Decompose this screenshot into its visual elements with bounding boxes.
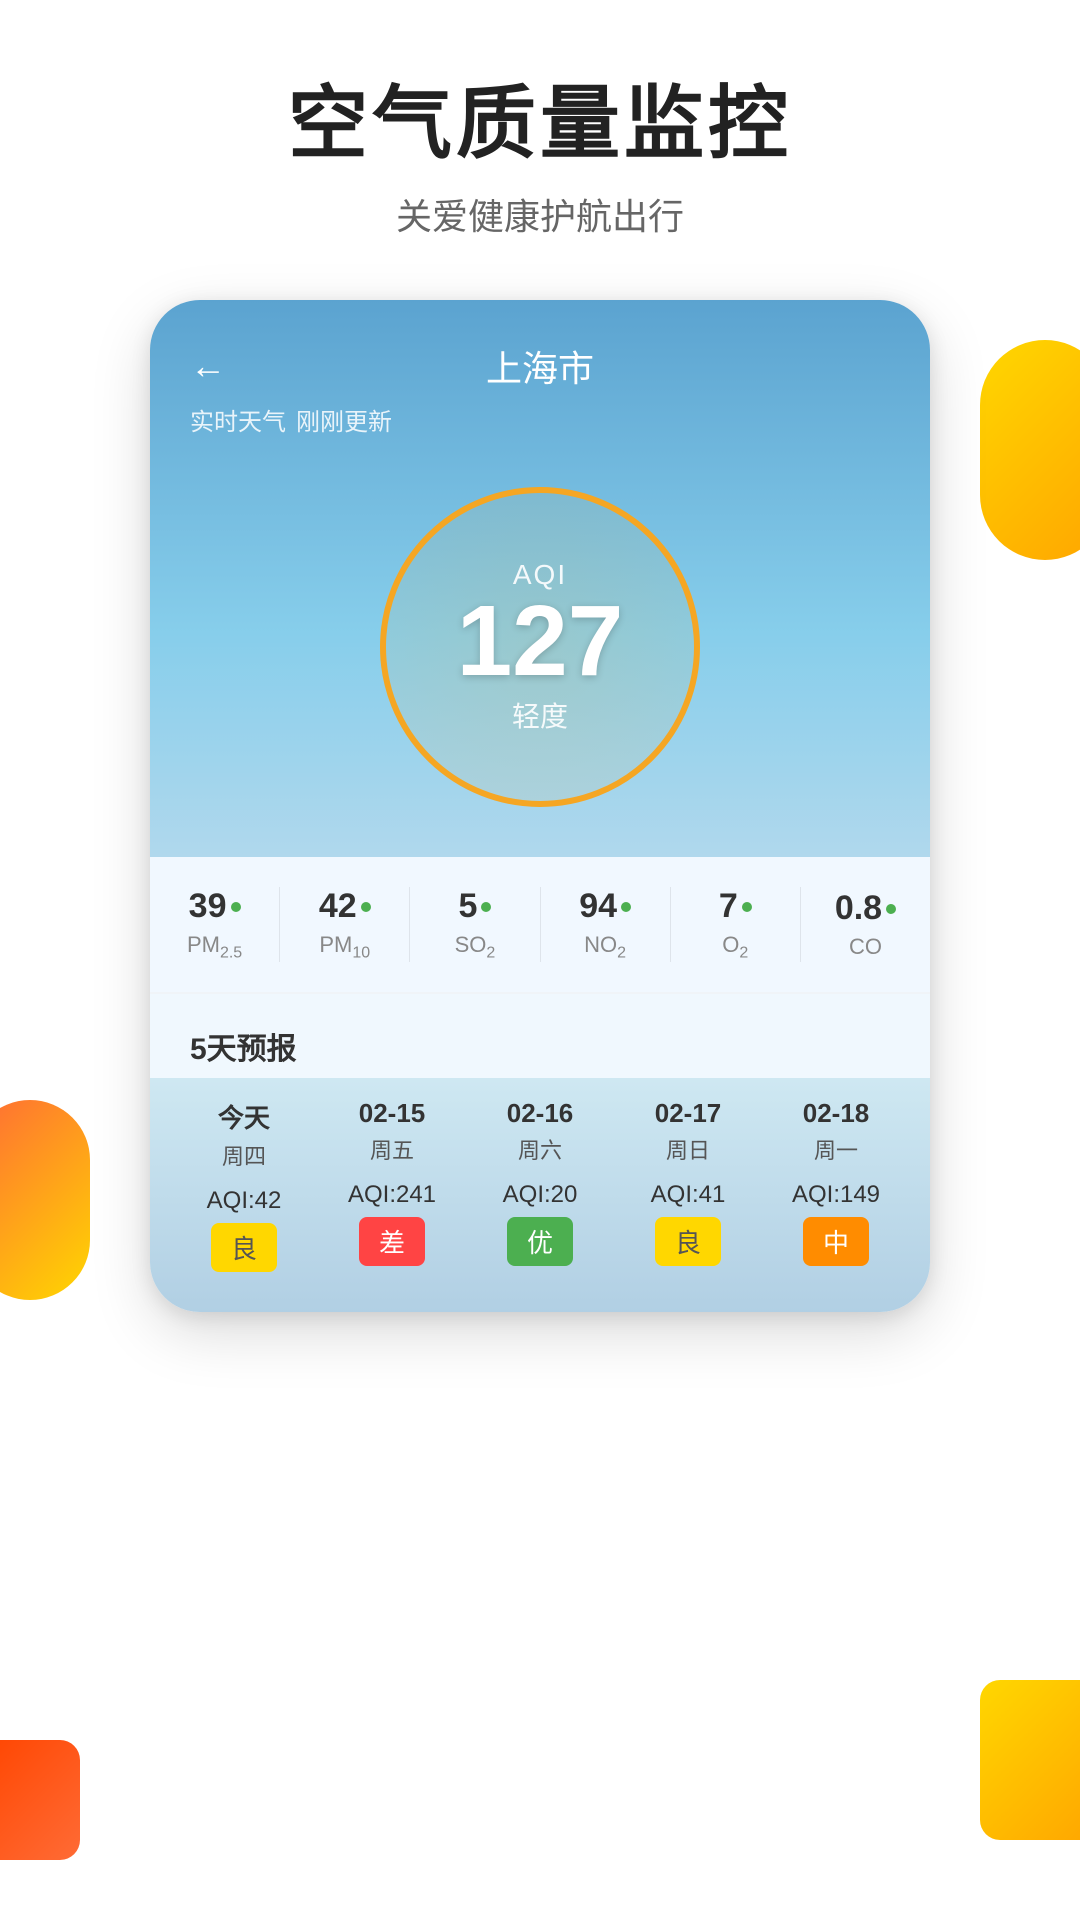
metric-value-5: 0.8: [835, 889, 882, 928]
forecast-primary-1: 02-15: [318, 1098, 466, 1129]
forecast-aqi-2: AQI:20: [466, 1181, 614, 1209]
metric-value-3: 94: [579, 887, 617, 926]
metric-item-2: 5SO2: [410, 887, 540, 962]
forecast-section: 5天预报 今天周四AQI:42良02-15周五AQI:241差02-16周六AQ…: [150, 994, 930, 1312]
app-screen: ← 上海市 实时天气 刚刚更新 AQI 127 轻度: [150, 300, 930, 1312]
metric-dot-3: [621, 902, 631, 912]
deco-circle-top-right: [980, 340, 1080, 560]
forecast-day-0: 今天周四 AQI:42 良: [170, 1098, 318, 1272]
city-title: 上海市: [486, 340, 594, 392]
aqi-circle: AQI 127 轻度: [380, 487, 700, 807]
forecast-secondary-3: 周日: [614, 1133, 762, 1165]
forecast-day-4: 02-18 周一 AQI:149 中: [762, 1098, 910, 1272]
metric-value-4: 7: [719, 887, 738, 926]
aqi-section: AQI 127 轻度: [150, 457, 930, 857]
forecast-grid: 今天周四 AQI:42 良 02-15 周五 AQI:241 差 02-16 周六 AQI:20 优…: [150, 1078, 930, 1312]
forecast-badge-2: 优: [507, 1217, 573, 1266]
metric-dot-4: [742, 902, 752, 912]
deco-rect-bottom-left2: [0, 1740, 80, 1860]
metric-item-0: 39 PM2.5: [150, 887, 280, 962]
metric-name-3: NO2: [551, 932, 660, 962]
metric-item-4: 7O2: [671, 887, 801, 962]
back-button[interactable]: ←: [190, 345, 226, 387]
status-update: 刚刚更新: [296, 402, 392, 437]
forecast-aqi-4: AQI:149: [762, 1181, 910, 1209]
metric-item-5: 0.8 CO: [801, 889, 930, 960]
nav-bar: ← 上海市: [150, 300, 930, 402]
forecast-primary-3: 02-17: [614, 1098, 762, 1129]
forecast-aqi-3: AQI:41: [614, 1181, 762, 1209]
metric-name-2: SO2: [420, 932, 529, 962]
page-header: 空气质量监控 关爱健康护航出行: [0, 0, 1080, 280]
forecast-badge-0: 良: [211, 1223, 277, 1272]
metric-value-0: 39: [189, 887, 227, 926]
metrics-bar: 39PM2.542PM105SO294NO27O20.8CO: [150, 857, 930, 992]
aqi-display: AQI 127 轻度: [457, 559, 624, 735]
metric-dot-2: [481, 902, 491, 912]
app-top-section: ← 上海市 实时天气 刚刚更新 AQI 127 轻度: [150, 300, 930, 857]
aqi-value: 127: [457, 591, 624, 691]
status-label: 实时天气: [190, 402, 286, 437]
forecast-aqi-1: AQI:241: [318, 1181, 466, 1209]
forecast-secondary-4: 周一: [762, 1133, 910, 1165]
forecast-badge-3: 良: [655, 1217, 721, 1266]
metric-name-4: O2: [681, 932, 790, 962]
forecast-secondary-1: 周五: [318, 1133, 466, 1165]
phone-mockup: ← 上海市 实时天气 刚刚更新 AQI 127 轻度: [150, 300, 930, 1312]
metric-name-0: PM2.5: [160, 932, 269, 962]
forecast-secondary-2: 周六: [466, 1133, 614, 1165]
forecast-secondary-0: 周四: [170, 1139, 318, 1171]
metric-name-5: CO: [811, 934, 920, 960]
metric-dot-5: [886, 904, 896, 914]
metric-item-1: 42 PM10: [280, 887, 410, 962]
deco-circle-bottom-left: [0, 1100, 90, 1300]
metric-item-3: 94NO2: [541, 887, 671, 962]
metric-dot-1: [361, 902, 371, 912]
aqi-description: 轻度: [457, 695, 624, 735]
forecast-header: 5天预报: [150, 994, 930, 1078]
metric-value-2: 5: [458, 887, 477, 926]
forecast-badge-1: 差: [359, 1217, 425, 1266]
forecast-aqi-0: AQI:42: [170, 1187, 318, 1215]
forecast-day-2: 02-16 周六 AQI:20 优: [466, 1098, 614, 1272]
forecast-primary-4: 02-18: [762, 1098, 910, 1129]
status-bar: 实时天气 刚刚更新: [150, 402, 930, 457]
forecast-primary-2: 02-16: [466, 1098, 614, 1129]
metric-name-1: PM10: [290, 932, 399, 962]
forecast-day-1: 02-15 周五 AQI:241 差: [318, 1098, 466, 1272]
page-title: 空气质量监控: [0, 80, 1080, 168]
forecast-day-3: 02-17 周日 AQI:41 良: [614, 1098, 762, 1272]
forecast-primary-0: 今天: [170, 1098, 318, 1135]
deco-rect-bottom-right: [980, 1680, 1080, 1840]
forecast-badge-4: 中: [803, 1217, 869, 1266]
metric-dot-0: [231, 902, 241, 912]
page-subtitle: 关爱健康护航出行: [0, 188, 1080, 240]
metric-value-1: 42: [319, 887, 357, 926]
